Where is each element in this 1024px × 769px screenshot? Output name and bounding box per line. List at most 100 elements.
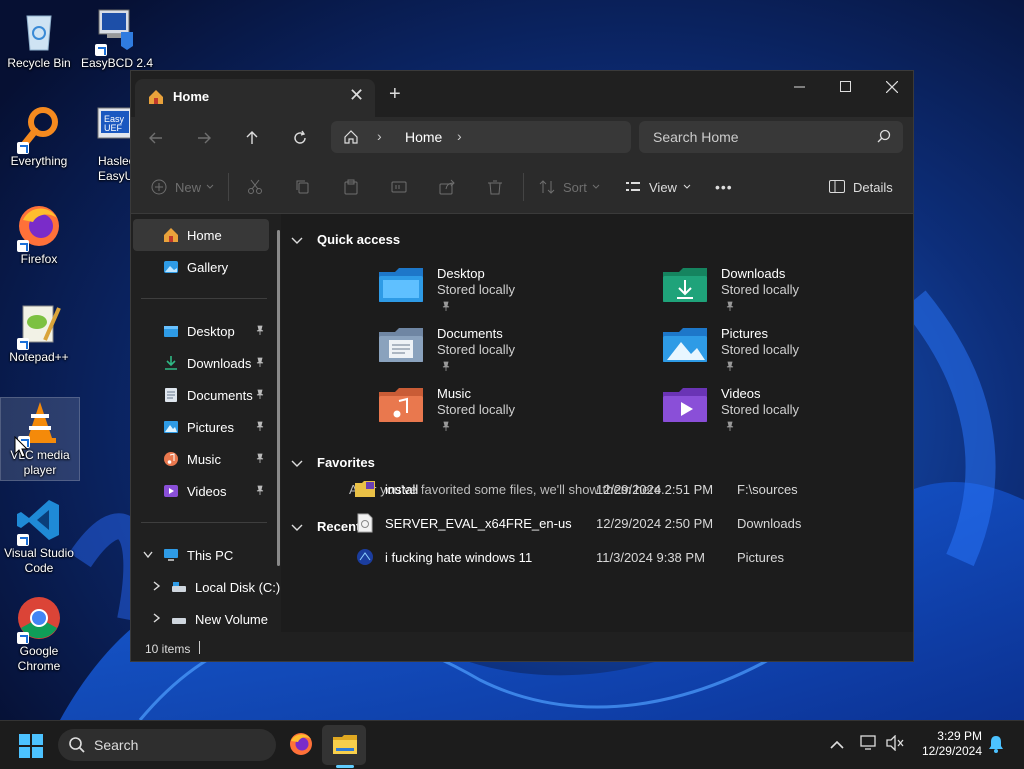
chevron-down-icon[interactable] (291, 233, 303, 248)
close-button[interactable] (869, 71, 915, 103)
copy-button[interactable] (295, 175, 311, 199)
home-icon (147, 88, 165, 111)
sidebar-item-music[interactable]: Music (133, 443, 269, 475)
desktop-icon-everything[interactable]: Everything (0, 104, 78, 169)
rename-button[interactable] (391, 175, 407, 199)
videos-icon (164, 485, 178, 497)
search-input[interactable]: Search Home (639, 121, 903, 153)
shortcut-arrow-icon (17, 240, 29, 252)
recent-file-name: SERVER_EVAL_x64FRE_en-us (385, 516, 572, 531)
desktop-icon-vlc[interactable]: VLC media player (0, 397, 80, 481)
desktop-icon-label: EasyBCD 2.4 (80, 56, 154, 70)
favorites-header[interactable]: Favorites (291, 455, 375, 470)
desktop-icon-label: VLC media player (10, 448, 70, 477)
taskbar-search-placeholder: Search (94, 737, 139, 753)
recent-row-server-eval[interactable]: SERVER_EVAL_x64FRE_en-us 12/29/2024 2:50… (355, 510, 895, 540)
address-bar[interactable]: › Home › (331, 121, 631, 153)
tab-home[interactable]: Home ✕ (135, 79, 375, 117)
back-button[interactable] (139, 123, 173, 153)
sidebar-item-home[interactable]: Home (133, 219, 269, 251)
desktop-icon-vscode[interactable]: Visual Studio Code (0, 496, 78, 576)
desktop-icon-easybcd[interactable]: EasyBCD 2.4 (78, 6, 156, 71)
show-hidden-icons-button[interactable] (830, 737, 844, 755)
desktop-icon-firefox[interactable]: Firefox (0, 202, 78, 267)
file-explorer-window[interactable]: Home ✕ + › Home › Search Home New Sort V… (130, 70, 914, 662)
quick-access-desktop[interactable]: Desktop Stored locally (379, 266, 619, 322)
sidebar-item-new-volume[interactable]: New Volume (I (133, 603, 269, 635)
chevron-down-icon[interactable] (143, 548, 153, 562)
pin-icon (256, 421, 264, 431)
paste-icon (344, 179, 358, 195)
quick-access-documents[interactable]: Documents Stored locally (379, 326, 619, 382)
folder-icon (355, 481, 375, 497)
cut-button[interactable] (247, 175, 263, 199)
taskbar-clock[interactable]: 3:29 PM 12/29/2024 (910, 729, 982, 759)
desktop-icon-easyuefi[interactable]: EasyUEF Hasleo EasyUEFI (78, 104, 130, 184)
new-button[interactable]: New (151, 175, 214, 199)
desktop-icon-recycle-bin[interactable]: Recycle Bin (0, 6, 78, 71)
sidebar-item-documents[interactable]: Documents (133, 379, 269, 411)
volume-button[interactable] (886, 734, 904, 756)
everything-search-icon (15, 104, 63, 154)
quick-access-pictures[interactable]: Pictures Stored locally (663, 326, 903, 382)
sidebar-item-downloads[interactable]: Downloads (133, 347, 269, 379)
sidebar-item-desktop[interactable]: Desktop (133, 315, 269, 347)
sidebar-item-local-disk[interactable]: Local Disk (C:) (133, 571, 280, 603)
view-button[interactable]: View (625, 175, 691, 199)
maximize-button[interactable] (823, 71, 869, 103)
tab-close-icon[interactable]: ✕ (349, 85, 364, 106)
gallery-icon (164, 261, 178, 273)
paste-button[interactable] (343, 175, 359, 199)
desktop-icon-chrome[interactable]: Google Chrome (0, 594, 78, 674)
refresh-button[interactable] (283, 123, 317, 153)
taskbar-firefox[interactable] (288, 731, 314, 757)
forward-button[interactable] (187, 123, 221, 153)
breadcrumb-home[interactable]: Home (405, 129, 442, 145)
status-bar: 10 items (131, 633, 913, 661)
sort-button[interactable]: Sort (539, 175, 600, 199)
search-icon (69, 737, 85, 753)
sidebar-item-pictures[interactable]: Pictures (133, 411, 269, 443)
easyuefi-icon: Easy UEF (96, 104, 130, 152)
recent-row-image[interactable]: i fucking hate windows 11 11/3/2024 9:38… (355, 544, 895, 574)
sidebar-item-this-pc[interactable]: This PC (133, 539, 269, 571)
recent-row-install[interactable]: install 12/29/2024 2:51 PM F:\sources (355, 476, 895, 506)
notifications-button[interactable] (988, 735, 1004, 758)
desktop-icon-notepadpp[interactable]: Notepad++ (0, 300, 78, 365)
delete-button[interactable] (487, 175, 503, 199)
qa-status: Stored locally (721, 342, 800, 357)
quick-access-header[interactable]: Quick access (291, 232, 400, 247)
chevron-right-icon[interactable]: › (377, 128, 382, 144)
chevron-down-icon[interactable] (291, 520, 303, 535)
details-pane-button[interactable]: Details (829, 175, 893, 199)
start-button[interactable] (18, 733, 44, 759)
sidebar-scrollbar[interactable] (277, 230, 280, 566)
tab-title: Home (173, 89, 210, 104)
music-icon (164, 452, 178, 466)
quick-access-videos[interactable]: Videos Stored locally (663, 386, 903, 442)
taskbar-search[interactable]: Search (58, 729, 276, 761)
up-button[interactable] (235, 123, 269, 153)
chevron-right-icon[interactable] (153, 580, 161, 594)
chevron-right-icon[interactable]: › (457, 128, 462, 144)
vscode-icon (15, 496, 63, 546)
taskbar-file-explorer[interactable] (332, 732, 358, 758)
sidebar-item-gallery[interactable]: Gallery (133, 251, 269, 283)
network-status-button[interactable] (860, 735, 878, 756)
quick-access-music[interactable]: Music Stored locally (379, 386, 619, 442)
share-button[interactable] (439, 175, 455, 199)
chevron-right-icon[interactable] (153, 612, 161, 626)
home-outline-icon[interactable] (343, 129, 359, 150)
bell-icon (989, 736, 1003, 753)
more-options-button[interactable]: ••• (715, 175, 733, 199)
pin-icon (442, 301, 450, 311)
recent-header[interactable]: Recent (291, 519, 360, 534)
desktop-icon-label: Visual Studio Code (4, 546, 74, 575)
quick-access-downloads[interactable]: Downloads Stored locally (663, 266, 903, 322)
sidebar-item-videos[interactable]: Videos (133, 475, 269, 507)
title-bar[interactable]: Home ✕ + (131, 71, 913, 117)
minimize-button[interactable] (777, 71, 823, 103)
copy-icon (296, 180, 309, 194)
new-tab-button[interactable]: + (389, 83, 401, 106)
chevron-down-icon[interactable] (291, 456, 303, 471)
